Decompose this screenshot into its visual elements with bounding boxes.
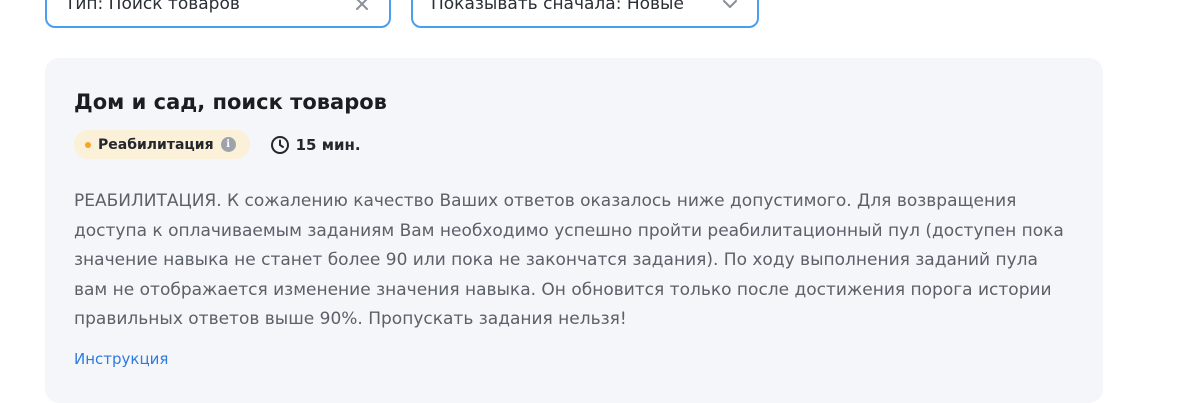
type-filter-label: Тип: Поиск товаров <box>65 0 240 14</box>
clear-icon[interactable] <box>353 0 371 13</box>
instruction-link[interactable]: Инструкция <box>74 350 168 368</box>
rehabilitation-badge: Реабилитация i <box>74 130 250 159</box>
task-title: Дом и сад, поиск товаров <box>74 90 387 114</box>
task-duration: 15 мин. <box>270 135 361 155</box>
task-meta: Реабилитация i 15 мин. <box>74 130 1074 159</box>
status-dot-icon <box>85 141 91 148</box>
info-icon[interactable]: i <box>220 137 236 152</box>
type-filter-select[interactable]: Тип: Поиск товаров <box>45 0 391 28</box>
clock-icon <box>270 135 289 154</box>
task-description: РЕАБИЛИТАЦИЯ. К сожалению качество Ваших… <box>74 191 1064 329</box>
task-card[interactable]: Дом и сад, поиск товаров Реабилитация i … <box>45 58 1103 403</box>
chevron-down-icon[interactable] <box>721 0 739 13</box>
sort-select-label: Показывать сначала: Новые <box>431 0 684 14</box>
badge-label: Реабилитация <box>98 136 214 153</box>
sort-select[interactable]: Показывать сначала: Новые <box>411 0 759 28</box>
duration-label: 15 мин. <box>295 135 361 154</box>
